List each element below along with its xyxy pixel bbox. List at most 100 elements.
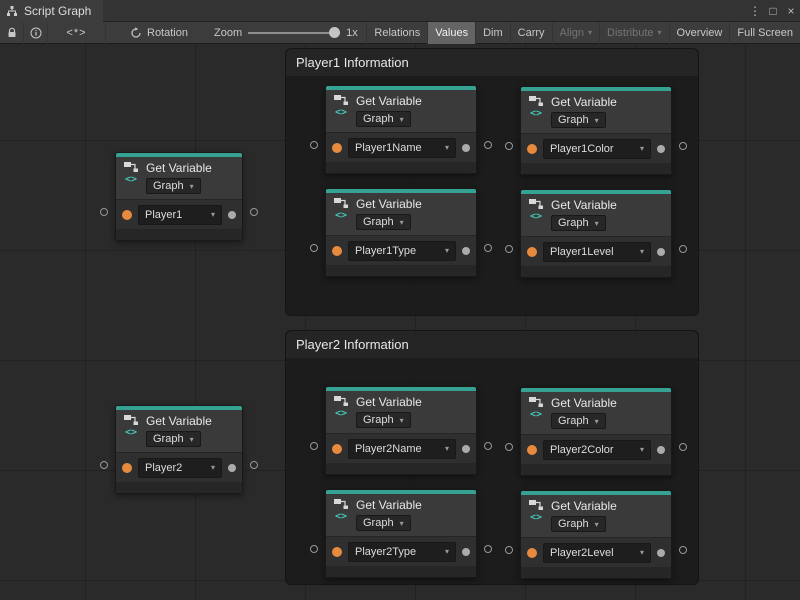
- value-port-dot[interactable]: [332, 246, 342, 256]
- output-port-dot[interactable]: [657, 549, 665, 557]
- get-variable-node-player2[interactable]: <> Get Variable Graph Player2: [115, 405, 243, 494]
- variable-dropdown[interactable]: Player1: [138, 205, 222, 225]
- value-port-dot[interactable]: [332, 444, 342, 454]
- rotation-control[interactable]: Rotation: [122, 22, 196, 44]
- graph-canvas[interactable]: Player1 Information Player2 Information …: [0, 44, 800, 600]
- variable-dropdown[interactable]: Player1Color: [543, 139, 651, 159]
- variable-dropdown[interactable]: Player2Name: [348, 439, 456, 459]
- group-title[interactable]: Player2 Information: [286, 331, 698, 358]
- relations-button[interactable]: Relations: [366, 22, 427, 44]
- distribute-button[interactable]: Distribute: [599, 22, 668, 44]
- group-title[interactable]: Player1 Information: [286, 49, 698, 76]
- output-port[interactable]: [484, 244, 492, 252]
- output-port[interactable]: [484, 442, 492, 450]
- graph-dropdown[interactable]: Graph: [356, 214, 411, 230]
- variable-dropdown[interactable]: Player2Type: [348, 542, 456, 562]
- value-port-dot[interactable]: [122, 463, 132, 473]
- input-port[interactable]: [100, 461, 108, 469]
- get-variable-node-player2name[interactable]: <> Get Variable Graph Player2Name: [325, 386, 477, 475]
- value-port-dot[interactable]: [332, 547, 342, 557]
- input-port[interactable]: [310, 442, 318, 450]
- input-port[interactable]: [505, 546, 513, 554]
- value-port-dot[interactable]: [332, 143, 342, 153]
- variable-dropdown[interactable]: Player1Type: [348, 241, 456, 261]
- graph-dropdown[interactable]: Graph: [356, 515, 411, 531]
- get-variable-node-player1level[interactable]: <> Get Variable Graph Player1Level: [520, 189, 672, 278]
- output-port-dot[interactable]: [228, 464, 236, 472]
- value-port-dot[interactable]: [527, 548, 537, 558]
- zoom-slider[interactable]: [248, 22, 340, 44]
- output-port[interactable]: [250, 461, 258, 469]
- node-footer: [116, 229, 242, 240]
- variable-dropdown[interactable]: Player2Level: [543, 543, 651, 563]
- output-port[interactable]: [484, 545, 492, 553]
- get-variable-node-player2type[interactable]: <> Get Variable Graph Player2Type: [325, 489, 477, 578]
- output-port-dot[interactable]: [657, 145, 665, 153]
- graph-dropdown[interactable]: Graph: [551, 413, 606, 429]
- node-footer: [326, 463, 476, 474]
- close-button[interactable]: ×: [782, 1, 800, 21]
- output-port-dot[interactable]: [462, 144, 470, 152]
- output-port[interactable]: [484, 141, 492, 149]
- get-variable-node-player2level[interactable]: <> Get Variable Graph Player2Level: [520, 490, 672, 579]
- value-port-dot[interactable]: [527, 144, 537, 154]
- value-port-dot[interactable]: [122, 210, 132, 220]
- get-variable-node-player1type[interactable]: <> Get Variable Graph Player1Type: [325, 188, 477, 277]
- output-port-dot[interactable]: [462, 445, 470, 453]
- variable-dropdown[interactable]: Player1Level: [543, 242, 651, 262]
- variable-dropdown[interactable]: Player2: [138, 458, 222, 478]
- graph-dropdown[interactable]: Graph: [146, 431, 201, 447]
- output-port-dot[interactable]: [462, 548, 470, 556]
- input-port[interactable]: [505, 245, 513, 253]
- get-variable-node-player2color[interactable]: <> Get Variable Graph Player2Color: [520, 387, 672, 476]
- input-port[interactable]: [100, 208, 108, 216]
- value-port-dot[interactable]: [527, 247, 537, 257]
- zoom-slider-track[interactable]: [248, 32, 340, 34]
- graph-dropdown[interactable]: Graph: [551, 112, 606, 128]
- maximize-button[interactable]: □: [764, 1, 782, 21]
- output-port[interactable]: [679, 546, 687, 554]
- zoom-slider-handle[interactable]: [329, 27, 340, 38]
- input-port[interactable]: [310, 244, 318, 252]
- graph-dropdown[interactable]: Graph: [146, 178, 201, 194]
- node-icons: <>: [527, 396, 545, 429]
- values-button[interactable]: Values: [427, 22, 475, 44]
- graph-dropdown[interactable]: Graph: [356, 111, 411, 127]
- get-variable-node-player1[interactable]: <> Get Variable Graph Player1: [115, 152, 243, 241]
- input-port[interactable]: [505, 142, 513, 150]
- output-port[interactable]: [679, 443, 687, 451]
- get-variable-node-player1color[interactable]: <> Get Variable Graph Player1Color: [520, 86, 672, 175]
- graph-dropdown[interactable]: Graph: [356, 412, 411, 428]
- variable-dropdown[interactable]: Player1Name: [348, 138, 456, 158]
- align-button[interactable]: Align: [552, 22, 599, 44]
- output-port[interactable]: [679, 142, 687, 150]
- input-port[interactable]: [310, 545, 318, 553]
- full-screen-button[interactable]: Full Screen: [729, 22, 800, 44]
- output-port-dot[interactable]: [657, 446, 665, 454]
- output-port-dot[interactable]: [228, 211, 236, 219]
- variable-dropdown[interactable]: Player2Color: [543, 440, 651, 460]
- node-header: <> Get Variable Graph: [116, 410, 242, 452]
- dim-button[interactable]: Dim: [475, 22, 510, 44]
- node-header: <> Get Variable Graph: [521, 392, 671, 434]
- output-port[interactable]: [250, 208, 258, 216]
- get-variable-node-player1name[interactable]: <> Get Variable Graph Player1Name: [325, 85, 477, 174]
- lock-button[interactable]: [0, 22, 24, 44]
- tab-script-graph[interactable]: Script Graph: [0, 0, 103, 22]
- carry-button[interactable]: Carry: [510, 22, 552, 44]
- output-port-dot[interactable]: [462, 247, 470, 255]
- node-body: Player1Level: [521, 236, 671, 266]
- input-port[interactable]: [505, 443, 513, 451]
- node-header: <> Get Variable Graph: [521, 495, 671, 537]
- overview-button[interactable]: Overview: [669, 22, 730, 44]
- node-icons: <>: [332, 395, 350, 428]
- input-port[interactable]: [310, 141, 318, 149]
- output-port-dot[interactable]: [657, 248, 665, 256]
- code-view-button[interactable]: <*>: [48, 22, 106, 44]
- window-menu-button[interactable]: ⋮: [746, 1, 764, 21]
- graph-dropdown[interactable]: Graph: [551, 516, 606, 532]
- info-button[interactable]: [24, 22, 48, 44]
- value-port-dot[interactable]: [527, 445, 537, 455]
- graph-dropdown[interactable]: Graph: [551, 215, 606, 231]
- output-port[interactable]: [679, 245, 687, 253]
